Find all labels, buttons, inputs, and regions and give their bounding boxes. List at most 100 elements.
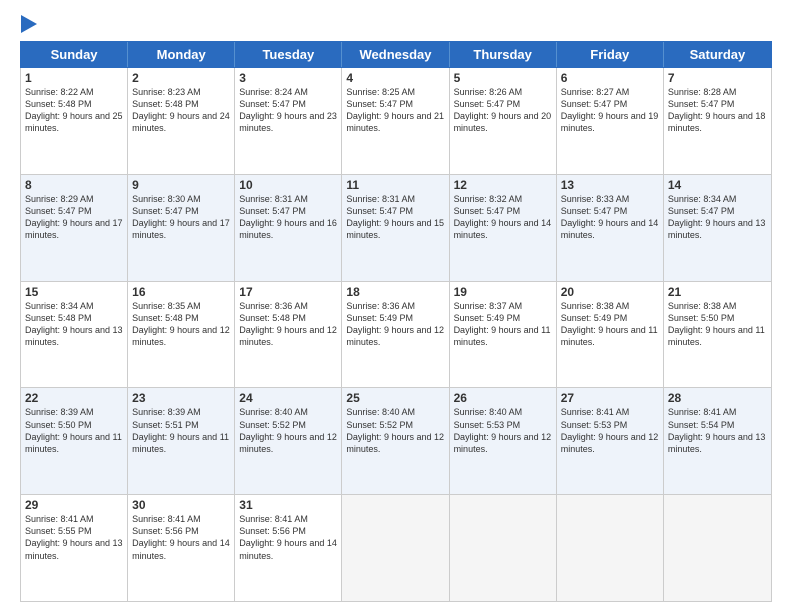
- day-number: 15: [25, 285, 123, 299]
- day-cell-25: 25Sunrise: 8:40 AMSunset: 5:52 PMDayligh…: [342, 388, 449, 494]
- day-cell-8: 8Sunrise: 8:29 AMSunset: 5:47 PMDaylight…: [21, 175, 128, 281]
- cell-info: Sunrise: 8:23 AMSunset: 5:48 PMDaylight:…: [132, 86, 230, 135]
- day-number: 21: [668, 285, 767, 299]
- day-number: 1: [25, 71, 123, 85]
- day-number: 10: [239, 178, 337, 192]
- cell-info: Sunrise: 8:34 AMSunset: 5:47 PMDaylight:…: [668, 193, 767, 242]
- day-cell-1: 1Sunrise: 8:22 AMSunset: 5:48 PMDaylight…: [21, 68, 128, 174]
- header-day-monday: Monday: [128, 42, 235, 67]
- cell-info: Sunrise: 8:38 AMSunset: 5:49 PMDaylight:…: [561, 300, 659, 349]
- header-day-wednesday: Wednesday: [342, 42, 449, 67]
- cell-info: Sunrise: 8:33 AMSunset: 5:47 PMDaylight:…: [561, 193, 659, 242]
- day-cell-30: 30Sunrise: 8:41 AMSunset: 5:56 PMDayligh…: [128, 495, 235, 601]
- day-number: 11: [346, 178, 444, 192]
- cell-info: Sunrise: 8:25 AMSunset: 5:47 PMDaylight:…: [346, 86, 444, 135]
- day-cell-2: 2Sunrise: 8:23 AMSunset: 5:48 PMDaylight…: [128, 68, 235, 174]
- cell-info: Sunrise: 8:38 AMSunset: 5:50 PMDaylight:…: [668, 300, 767, 349]
- cell-info: Sunrise: 8:40 AMSunset: 5:52 PMDaylight:…: [346, 406, 444, 455]
- cell-info: Sunrise: 8:36 AMSunset: 5:48 PMDaylight:…: [239, 300, 337, 349]
- day-number: 8: [25, 178, 123, 192]
- day-number: 28: [668, 391, 767, 405]
- day-number: 6: [561, 71, 659, 85]
- day-cell-17: 17Sunrise: 8:36 AMSunset: 5:48 PMDayligh…: [235, 282, 342, 388]
- cell-info: Sunrise: 8:32 AMSunset: 5:47 PMDaylight:…: [454, 193, 552, 242]
- cell-info: Sunrise: 8:34 AMSunset: 5:48 PMDaylight:…: [25, 300, 123, 349]
- header: [20, 15, 772, 33]
- day-number: 22: [25, 391, 123, 405]
- day-number: 31: [239, 498, 337, 512]
- cell-info: Sunrise: 8:31 AMSunset: 5:47 PMDaylight:…: [346, 193, 444, 242]
- cell-info: Sunrise: 8:31 AMSunset: 5:47 PMDaylight:…: [239, 193, 337, 242]
- header-day-tuesday: Tuesday: [235, 42, 342, 67]
- day-cell-5: 5Sunrise: 8:26 AMSunset: 5:47 PMDaylight…: [450, 68, 557, 174]
- page: SundayMondayTuesdayWednesdayThursdayFrid…: [0, 0, 792, 612]
- day-number: 19: [454, 285, 552, 299]
- day-number: 20: [561, 285, 659, 299]
- day-cell-20: 20Sunrise: 8:38 AMSunset: 5:49 PMDayligh…: [557, 282, 664, 388]
- day-cell-16: 16Sunrise: 8:35 AMSunset: 5:48 PMDayligh…: [128, 282, 235, 388]
- day-cell-22: 22Sunrise: 8:39 AMSunset: 5:50 PMDayligh…: [21, 388, 128, 494]
- day-cell-29: 29Sunrise: 8:41 AMSunset: 5:55 PMDayligh…: [21, 495, 128, 601]
- calendar-row-3: 15Sunrise: 8:34 AMSunset: 5:48 PMDayligh…: [21, 282, 771, 389]
- day-number: 12: [454, 178, 552, 192]
- day-cell-28: 28Sunrise: 8:41 AMSunset: 5:54 PMDayligh…: [664, 388, 771, 494]
- day-cell-21: 21Sunrise: 8:38 AMSunset: 5:50 PMDayligh…: [664, 282, 771, 388]
- calendar-row-2: 8Sunrise: 8:29 AMSunset: 5:47 PMDaylight…: [21, 175, 771, 282]
- day-cell-7: 7Sunrise: 8:28 AMSunset: 5:47 PMDaylight…: [664, 68, 771, 174]
- day-number: 25: [346, 391, 444, 405]
- day-number: 5: [454, 71, 552, 85]
- cell-info: Sunrise: 8:41 AMSunset: 5:56 PMDaylight:…: [132, 513, 230, 562]
- header-day-friday: Friday: [557, 42, 664, 67]
- day-number: 16: [132, 285, 230, 299]
- day-cell-10: 10Sunrise: 8:31 AMSunset: 5:47 PMDayligh…: [235, 175, 342, 281]
- day-number: 14: [668, 178, 767, 192]
- cell-info: Sunrise: 8:39 AMSunset: 5:51 PMDaylight:…: [132, 406, 230, 455]
- cell-info: Sunrise: 8:35 AMSunset: 5:48 PMDaylight:…: [132, 300, 230, 349]
- logo-text: [20, 15, 39, 33]
- calendar-body: 1Sunrise: 8:22 AMSunset: 5:48 PMDaylight…: [20, 68, 772, 602]
- cell-info: Sunrise: 8:36 AMSunset: 5:49 PMDaylight:…: [346, 300, 444, 349]
- empty-cell: [557, 495, 664, 601]
- day-cell-19: 19Sunrise: 8:37 AMSunset: 5:49 PMDayligh…: [450, 282, 557, 388]
- cell-info: Sunrise: 8:41 AMSunset: 5:55 PMDaylight:…: [25, 513, 123, 562]
- cell-info: Sunrise: 8:40 AMSunset: 5:52 PMDaylight:…: [239, 406, 337, 455]
- cell-info: Sunrise: 8:40 AMSunset: 5:53 PMDaylight:…: [454, 406, 552, 455]
- empty-cell: [342, 495, 449, 601]
- day-cell-23: 23Sunrise: 8:39 AMSunset: 5:51 PMDayligh…: [128, 388, 235, 494]
- day-cell-24: 24Sunrise: 8:40 AMSunset: 5:52 PMDayligh…: [235, 388, 342, 494]
- day-cell-9: 9Sunrise: 8:30 AMSunset: 5:47 PMDaylight…: [128, 175, 235, 281]
- day-number: 30: [132, 498, 230, 512]
- day-number: 3: [239, 71, 337, 85]
- cell-info: Sunrise: 8:30 AMSunset: 5:47 PMDaylight:…: [132, 193, 230, 242]
- calendar-header: SundayMondayTuesdayWednesdayThursdayFrid…: [20, 41, 772, 68]
- calendar-row-4: 22Sunrise: 8:39 AMSunset: 5:50 PMDayligh…: [21, 388, 771, 495]
- day-number: 29: [25, 498, 123, 512]
- day-number: 13: [561, 178, 659, 192]
- cell-info: Sunrise: 8:27 AMSunset: 5:47 PMDaylight:…: [561, 86, 659, 135]
- cell-info: Sunrise: 8:41 AMSunset: 5:54 PMDaylight:…: [668, 406, 767, 455]
- header-day-sunday: Sunday: [21, 42, 128, 67]
- day-cell-18: 18Sunrise: 8:36 AMSunset: 5:49 PMDayligh…: [342, 282, 449, 388]
- cell-info: Sunrise: 8:39 AMSunset: 5:50 PMDaylight:…: [25, 406, 123, 455]
- day-number: 2: [132, 71, 230, 85]
- logo-icon: [21, 15, 37, 33]
- cell-info: Sunrise: 8:37 AMSunset: 5:49 PMDaylight:…: [454, 300, 552, 349]
- day-cell-15: 15Sunrise: 8:34 AMSunset: 5:48 PMDayligh…: [21, 282, 128, 388]
- day-cell-13: 13Sunrise: 8:33 AMSunset: 5:47 PMDayligh…: [557, 175, 664, 281]
- calendar: SundayMondayTuesdayWednesdayThursdayFrid…: [20, 41, 772, 602]
- empty-cell: [450, 495, 557, 601]
- day-cell-27: 27Sunrise: 8:41 AMSunset: 5:53 PMDayligh…: [557, 388, 664, 494]
- cell-info: Sunrise: 8:26 AMSunset: 5:47 PMDaylight:…: [454, 86, 552, 135]
- day-number: 23: [132, 391, 230, 405]
- day-number: 26: [454, 391, 552, 405]
- calendar-row-1: 1Sunrise: 8:22 AMSunset: 5:48 PMDaylight…: [21, 68, 771, 175]
- logo: [20, 15, 39, 33]
- cell-info: Sunrise: 8:22 AMSunset: 5:48 PMDaylight:…: [25, 86, 123, 135]
- header-day-thursday: Thursday: [450, 42, 557, 67]
- day-cell-4: 4Sunrise: 8:25 AMSunset: 5:47 PMDaylight…: [342, 68, 449, 174]
- cell-info: Sunrise: 8:29 AMSunset: 5:47 PMDaylight:…: [25, 193, 123, 242]
- day-number: 24: [239, 391, 337, 405]
- day-cell-31: 31Sunrise: 8:41 AMSunset: 5:56 PMDayligh…: [235, 495, 342, 601]
- empty-cell: [664, 495, 771, 601]
- day-number: 27: [561, 391, 659, 405]
